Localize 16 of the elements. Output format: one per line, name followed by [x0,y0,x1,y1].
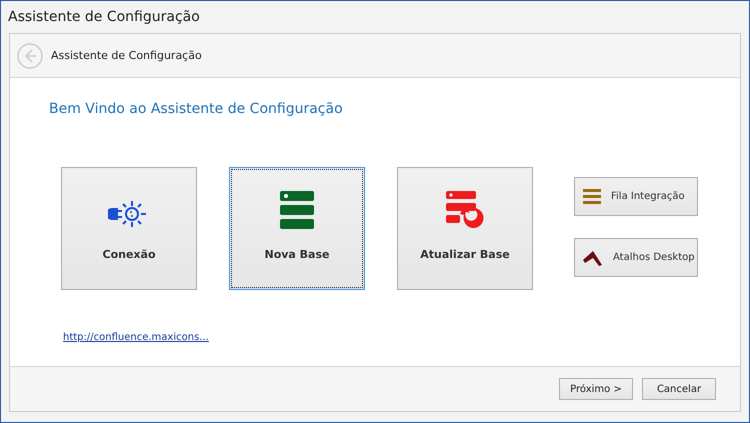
arrow-icon [583,250,603,266]
wizard-header-title: Assistente de Configuração [51,49,202,62]
wizard-tile-button[interactable]: Nova Base [229,167,365,290]
server-refresh-icon [445,190,485,230]
footer-button[interactable]: Cancelar [642,378,716,400]
wizard-tile-button[interactable]: Conexão [61,167,197,290]
server-stack-icon [279,190,315,230]
wizard-tile-button[interactable]: Atualizar Base [397,167,533,290]
side-button[interactable]: Atalhos Desktop [574,238,698,277]
welcome-heading: Bem Vindo ao Assistente de Configuração [49,101,344,117]
help-link[interactable]: http://confluence.maxicons... [63,332,209,343]
window-title: Assistente de Configuração [8,9,200,25]
footer-button[interactable]: Próximo > [559,378,633,400]
lines-icon [583,188,601,204]
back-icon[interactable] [17,42,43,68]
side-button[interactable]: Fila Integração [574,177,698,216]
